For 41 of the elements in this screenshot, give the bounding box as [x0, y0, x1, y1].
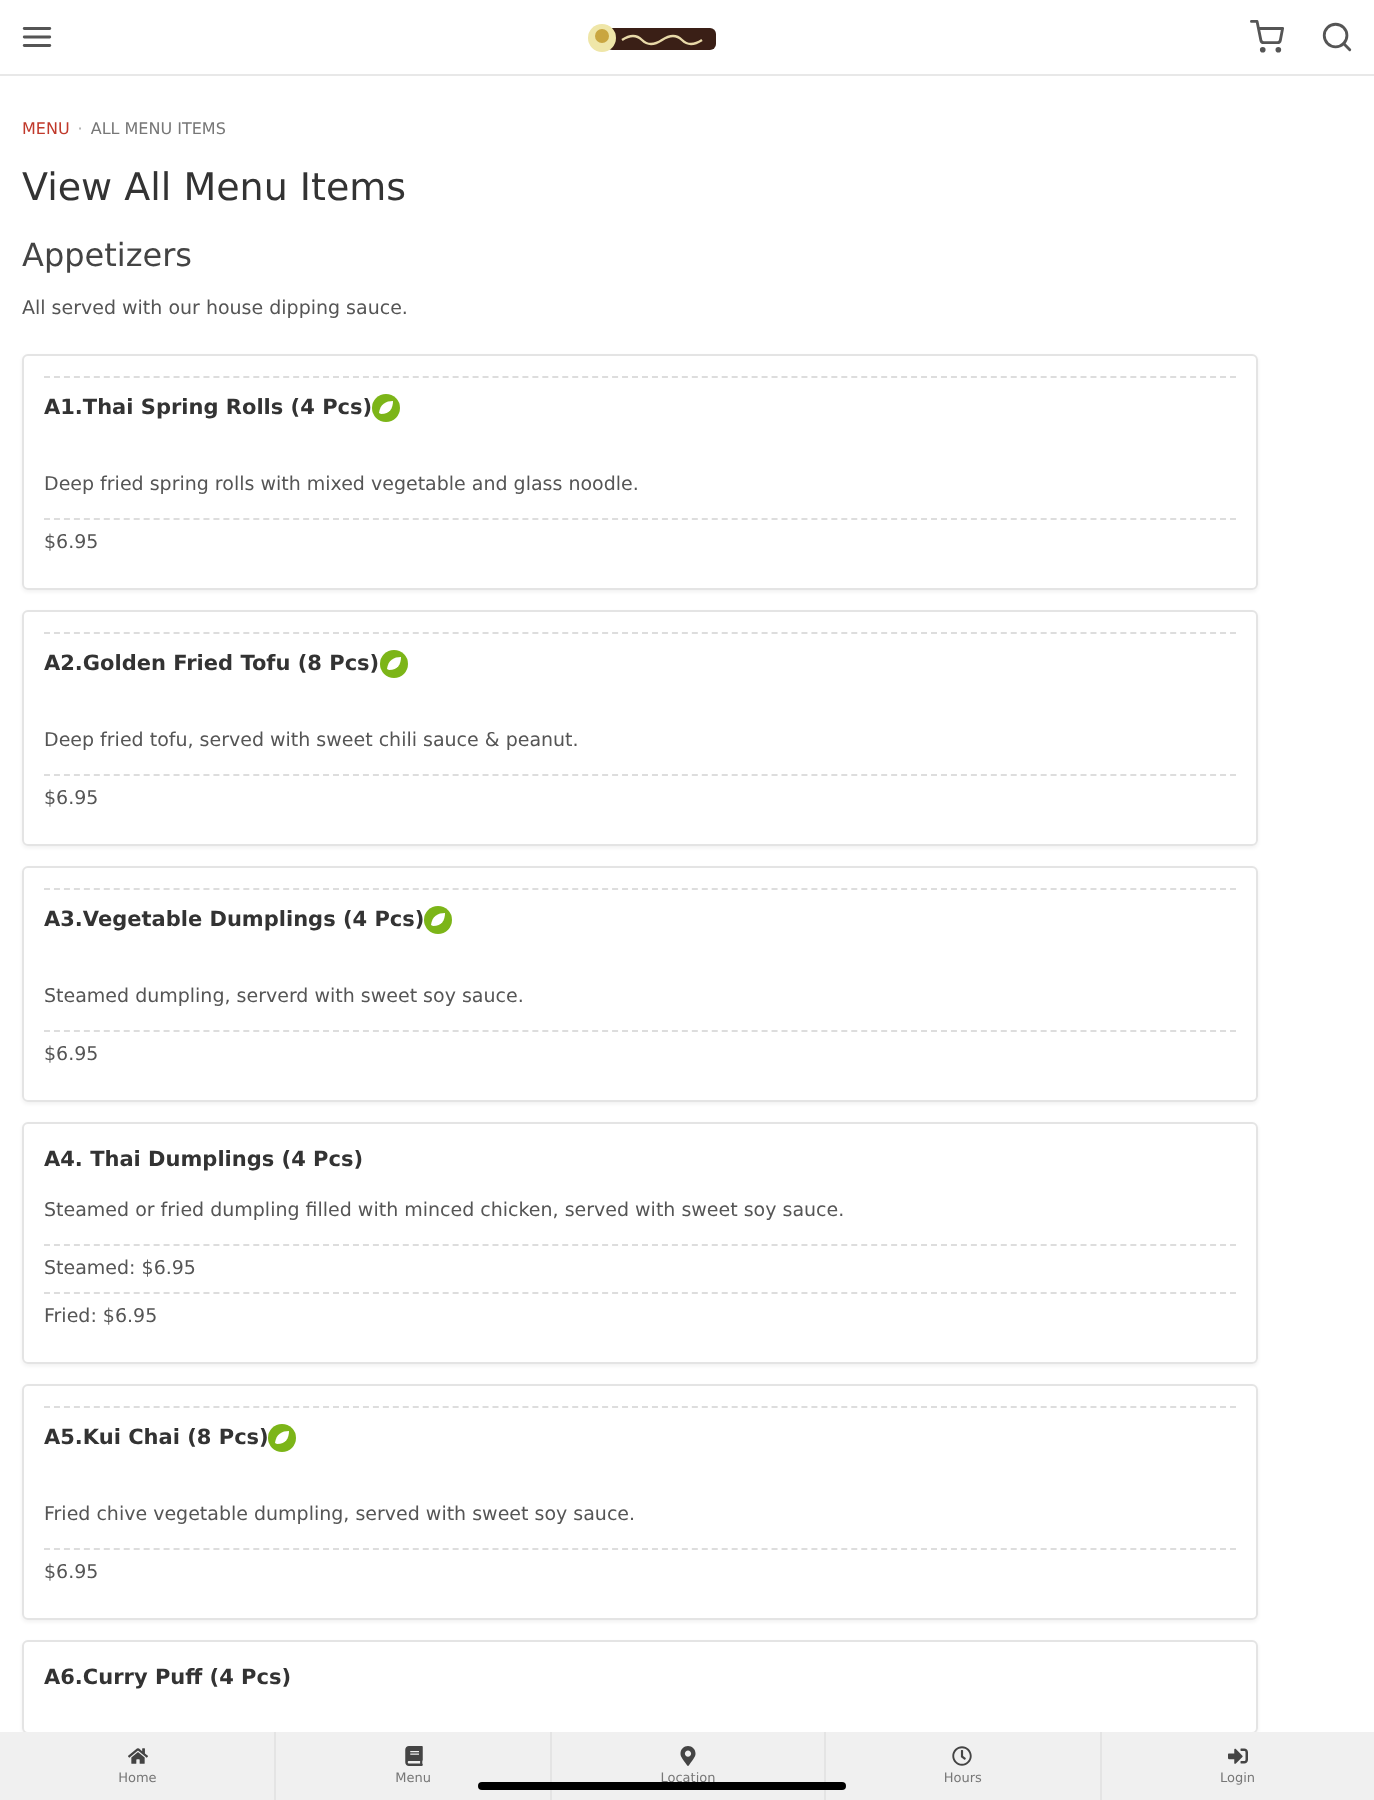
item-price: $6.95: [44, 530, 101, 558]
search-button[interactable]: [1320, 20, 1354, 54]
item-description: Steamed or fried dumpling filled with minced chicken, served with sweet soy sauce.: [44, 1198, 847, 1226]
cart-icon: [1250, 20, 1284, 54]
map-pin-icon: [677, 1746, 698, 1766]
item-description: Fried chive vegetable dumpling, served with sweet soy sauce.: [44, 1502, 638, 1530]
sign-in-icon: [1227, 1746, 1248, 1766]
clock-icon: [952, 1746, 973, 1766]
category-note: All served with our house dipping sauce.: [22, 298, 410, 320]
item-name: A1.Thai Spring Rolls (4 Pcs): [44, 396, 373, 420]
breadcrumb-link[interactable]: ALL MENU ITEMS: [90, 120, 226, 138]
menu-item-card[interactable]: A2.Golden Fried Tofu (8 Pcs) Deep fried tofu, served with sweet chili sauce & peanut. $6.95: [22, 610, 1258, 846]
item-description: Deep fried tofu, served with sweet chili sauce & peanut.: [44, 728, 581, 756]
page-title: View All Menu Items: [22, 166, 409, 210]
menu-item-card[interactable]: A4. Thai Dumplings (4 Pcs) Steamed or fried dumpling filled with minced chicken, served with sweet soy sauce. Steamed: $6.95 Fried: $6.95: [22, 1122, 1258, 1364]
item-name: A6.Curry Puff (4 Pcs): [44, 1666, 292, 1690]
leaf-icon: [379, 650, 408, 678]
item-name: A4. Thai Dumplings (4 Pcs): [44, 1148, 364, 1172]
book-icon: [403, 1746, 424, 1766]
item-name: A5.Kui Chai (8 Pcs): [44, 1426, 269, 1450]
leaf-icon: [268, 1424, 297, 1452]
item-price: $6.95: [44, 1042, 101, 1070]
cart-button[interactable]: [1250, 20, 1284, 54]
menu-item-card[interactable]: A3.Vegetable Dumplings (4 Pcs) Steamed dumpling, serverd with sweet soy sauce. $6.95: [22, 866, 1258, 1102]
item-description: Steamed dumpling, serverd with sweet soy sauce.: [44, 984, 526, 1012]
leaf-icon: [424, 906, 453, 934]
item-price: Steamed: $6.95: [44, 1256, 198, 1284]
item-name: A3.Vegetable Dumplings (4 Pcs): [44, 908, 425, 932]
item-price: $6.95: [44, 1560, 101, 1588]
menu-item-card[interactable]: A1.Thai Spring Rolls (4 Pcs) Deep fried spring rolls with mixed vegetable and glass noodle. $6.95: [22, 354, 1258, 590]
breadcrumb-separator: ·: [77, 120, 83, 138]
item-price: Fried: $6.95: [44, 1304, 160, 1332]
home-icon: [127, 1746, 148, 1766]
item-price: $6.95: [44, 786, 101, 814]
breadcrumb-link[interactable]: MENU: [22, 120, 70, 138]
menu-item-card[interactable]: A5.Kui Chai (8 Pcs) Fried chive vegetable dumpling, served with sweet soy sauce. $6.95: [22, 1384, 1258, 1620]
item-description: Deep fried spring rolls with mixed vegetable and glass noodle.: [44, 472, 641, 500]
item-name: A2.Golden Fried Tofu (8 Pcs): [44, 652, 380, 676]
search-icon: [1320, 20, 1354, 54]
leaf-icon: [372, 394, 401, 422]
category-title: Appetizers: [22, 236, 194, 274]
